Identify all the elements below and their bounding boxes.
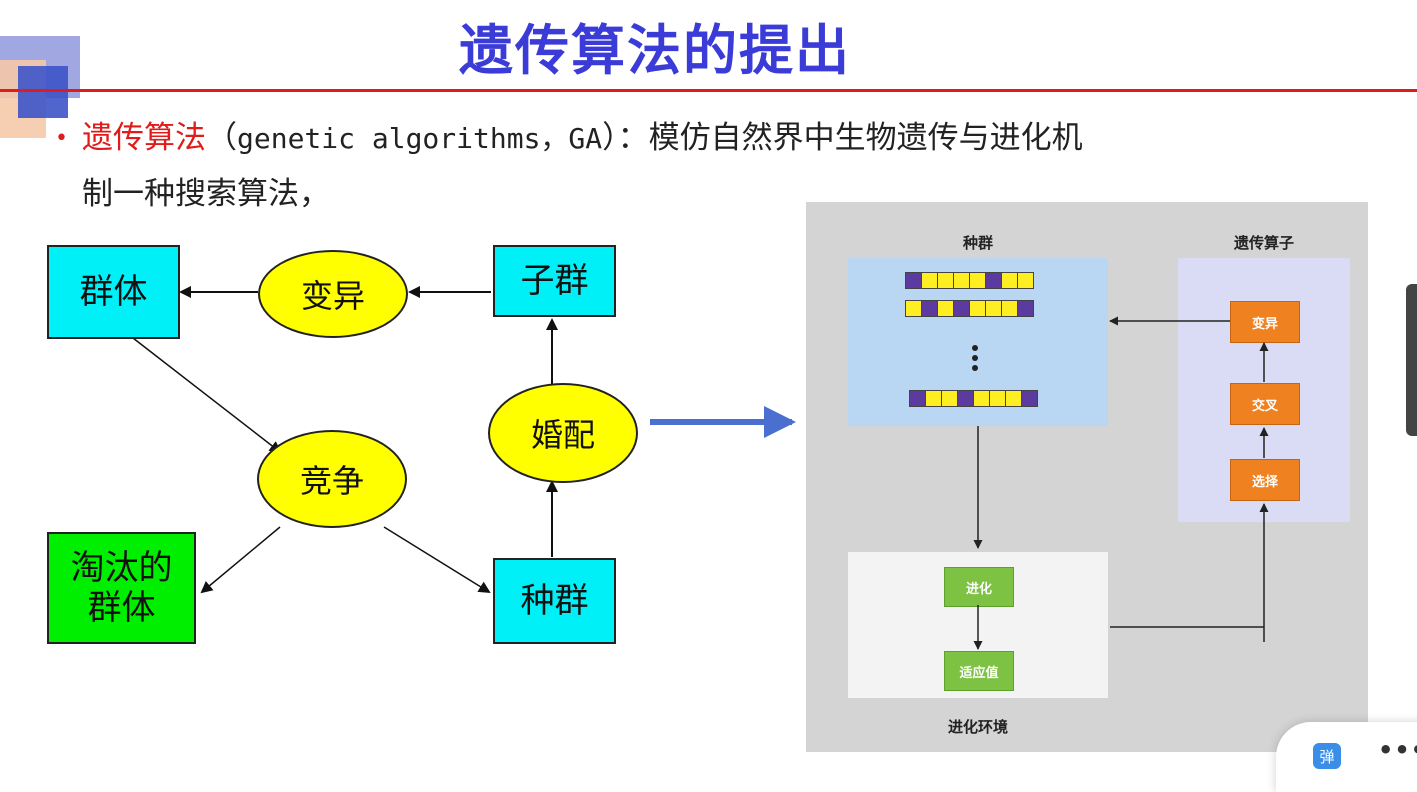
node-species: 种群 [493, 558, 616, 644]
side-scroll-handle[interactable] [1406, 284, 1417, 436]
node-eliminated-line1: 淘汰的 [70, 548, 173, 588]
node-population: 群体 [47, 245, 180, 339]
right-diagram-connectors [973, 316, 1269, 650]
node-mating: 婚配 [488, 383, 638, 483]
arrow-competition-to-eliminated [200, 526, 281, 594]
node-competition: 竞争 [257, 430, 407, 528]
more-options-icon[interactable]: ••• [1378, 736, 1417, 764]
node-eliminated-line2: 群体 [87, 588, 156, 628]
node-mutation: 变异 [258, 250, 408, 338]
arrow-competition-to-species [383, 526, 491, 594]
danmu-toggle-button[interactable]: 弹 [1313, 743, 1341, 769]
node-subgroup: 子群 [493, 245, 616, 317]
arrow-population-to-competition [132, 337, 282, 454]
big-arrow-head [764, 406, 796, 438]
node-eliminated: 淘汰的 群体 [47, 532, 196, 644]
